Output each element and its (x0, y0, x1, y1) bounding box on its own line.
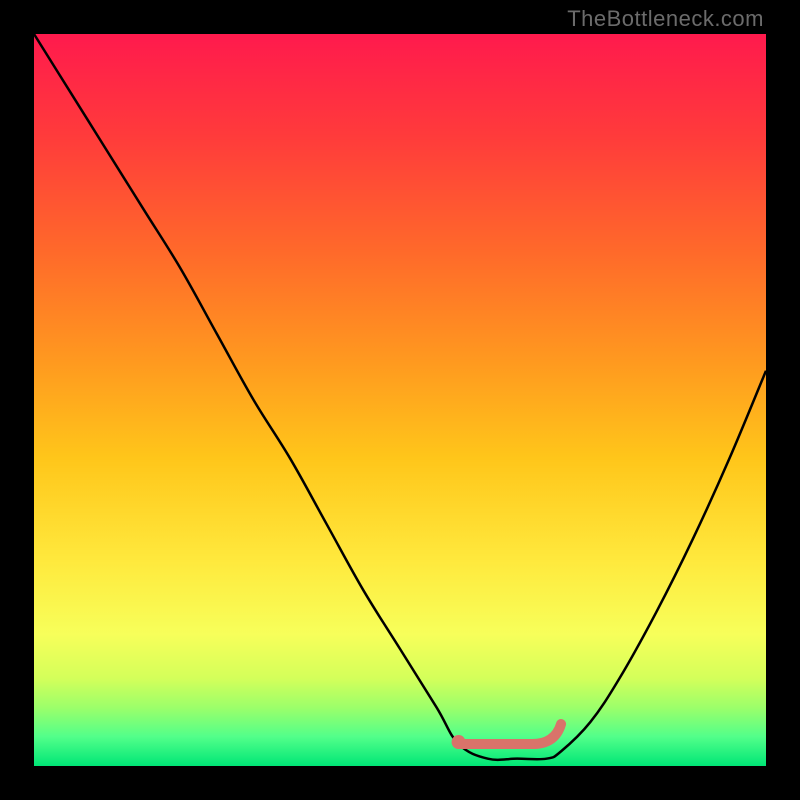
bottleneck-curve (34, 34, 766, 760)
chart-frame: TheBottleneck.com (0, 0, 800, 800)
highlight-start-dot (452, 735, 466, 749)
watermark-text: TheBottleneck.com (567, 6, 764, 32)
curve-svg (34, 34, 766, 766)
highlight-segment (459, 724, 561, 744)
plot-area (34, 34, 766, 766)
